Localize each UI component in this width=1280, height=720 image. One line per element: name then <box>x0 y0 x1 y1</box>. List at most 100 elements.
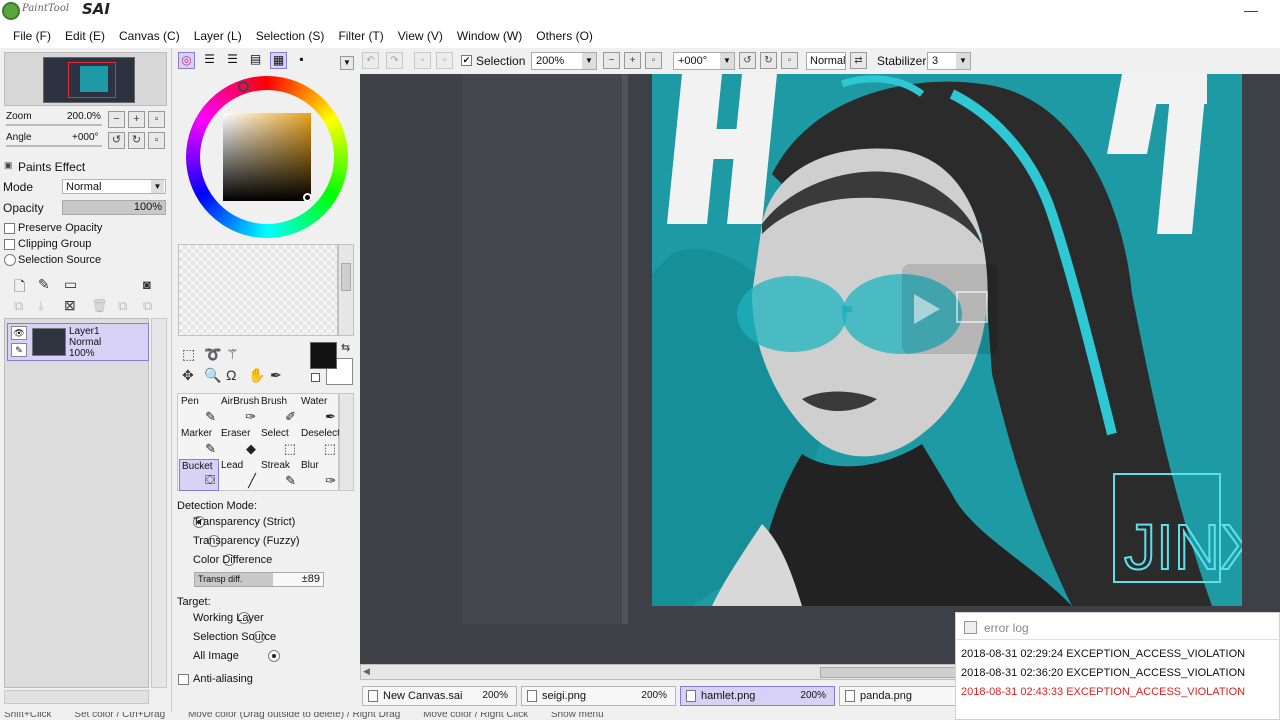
toolbar-zoom-reset-button[interactable]: ▫ <box>645 52 662 69</box>
menu-view[interactable]: View (V) <box>391 29 450 43</box>
navigator-view-frame[interactable] <box>68 62 116 98</box>
toolbar-zoom-out-button[interactable]: − <box>603 52 620 69</box>
menu-window[interactable]: Window (W) <box>450 29 529 43</box>
tool-eraser[interactable]: Eraser ◆ <box>219 427 259 459</box>
color-wheel-tab-icon[interactable]: ◎ <box>178 52 195 69</box>
tool-pen[interactable]: Pen ✎ <box>179 395 219 427</box>
menu-layer[interactable]: Layer (L) <box>187 29 249 43</box>
clipping-group-checkbox[interactable] <box>4 239 15 250</box>
rotate-left-button[interactable]: ↺ <box>108 132 125 149</box>
saturation-value-square[interactable] <box>223 113 311 201</box>
hand-icon[interactable]: ✋ <box>248 367 265 384</box>
tool-streak[interactable]: Streak ✎ <box>259 459 299 491</box>
navigator-preview[interactable] <box>4 52 167 106</box>
anti-aliasing-checkbox[interactable] <box>178 674 189 685</box>
color-mixer-tab-icon[interactable]: ▤ <box>247 52 264 69</box>
magic-wand-icon[interactable]: ⚚ <box>226 346 239 363</box>
reset-colors-icon[interactable] <box>311 373 320 382</box>
sv-marker[interactable] <box>303 193 312 202</box>
lasso-icon[interactable]: ➰ <box>204 346 221 363</box>
undo-button[interactable]: ↶ <box>362 52 379 69</box>
scroll-left-icon[interactable]: ◀ <box>363 666 370 677</box>
zoom-value: 200.0% <box>67 111 101 122</box>
menu-file[interactable]: File (F) <box>0 29 58 43</box>
menu-edit[interactable]: Edit (E) <box>58 29 112 43</box>
blend-mode-select[interactable]: Normal <box>806 52 846 70</box>
zoom-tool-icon[interactable]: 🔍 <box>204 367 221 384</box>
new-vector-layer-icon[interactable]: ✎ <box>38 276 50 293</box>
menu-canvas[interactable]: Canvas (C) <box>112 29 187 43</box>
panel-menu-icon[interactable]: ▼ <box>340 56 354 70</box>
zoom-select[interactable]: 200% ▼ <box>531 52 597 70</box>
tool-select[interactable]: Select ⬚ <box>259 427 299 459</box>
doc-tab-panda[interactable]: panda.png <box>839 686 957 706</box>
stabilizer-select[interactable]: 3 ▼ <box>927 52 971 70</box>
toolbar-zoom-in-button[interactable]: + <box>624 52 641 69</box>
scratchpad-tab-icon[interactable]: ▪ <box>293 52 310 69</box>
tool-lead[interactable]: Lead ╱ <box>219 459 259 491</box>
rgb-slider-tab-icon[interactable]: ☰ <box>201 52 218 69</box>
menu-others[interactable]: Others (O) <box>529 29 600 43</box>
swatches-tab-icon[interactable]: ▦ <box>270 52 287 69</box>
eyedropper-icon[interactable]: ✒ <box>270 367 282 384</box>
tool-deselect[interactable]: Deselect ⬚ <box>299 427 340 459</box>
new-folder-icon[interactable]: ▭ <box>64 276 77 293</box>
hsv-slider-tab-icon[interactable]: ☰ <box>224 52 241 69</box>
minimize-button[interactable]: — <box>1243 2 1259 20</box>
flip-view-button[interactable]: ⇄ <box>850 52 867 69</box>
rect-select-icon[interactable]: ⬚ <box>182 346 195 363</box>
rotate-right-button[interactable]: ↻ <box>128 132 145 149</box>
paints-effect-collapse-icon[interactable]: ▣ <box>4 160 13 171</box>
angle-select[interactable]: +000° ▼ <box>673 52 735 70</box>
toolbar-rotate-left-button[interactable]: ↺ <box>739 52 756 69</box>
mode-select[interactable]: Normal ▼ <box>62 179 166 194</box>
invert-selection-button[interactable]: ▫ <box>436 52 453 69</box>
redo-button[interactable]: ↷ <box>386 52 403 69</box>
hue-marker[interactable] <box>238 81 249 92</box>
doc-tab-new-canvas[interactable]: New Canvas.sai 200% <box>362 686 517 706</box>
doc-tab-seigi[interactable]: seigi.png 200% <box>521 686 676 706</box>
eye-icon[interactable]: 👁 <box>11 326 27 340</box>
opacity-slider[interactable]: 100% <box>62 200 166 215</box>
doc-tab-hamlet[interactable]: hamlet.png 200% <box>680 686 835 706</box>
clear-layer-icon[interactable]: ⊠ <box>64 297 76 314</box>
mode-label: Mode <box>3 180 34 194</box>
rotate-tool-icon[interactable]: Ω <box>226 367 236 383</box>
tool-brush[interactable]: Brush ✐ <box>259 395 299 427</box>
tool-blur[interactable]: Blur ✑ <box>299 459 339 491</box>
angle-slider[interactable] <box>6 145 102 147</box>
menu-filter[interactable]: Filter (T) <box>331 29 390 43</box>
rotate-reset-button[interactable]: ▫ <box>148 132 165 149</box>
layer-row[interactable]: 👁 ✎ Layer1 Normal 100% <box>7 323 149 361</box>
zoom-in-button[interactable]: + <box>128 111 145 128</box>
artwork-image[interactable]: JINX <box>652 74 1242 606</box>
zoom-slider[interactable] <box>6 124 102 126</box>
selection-source-radio[interactable] <box>4 254 16 266</box>
toolbar-rotate-reset-button[interactable]: ▫ <box>781 52 798 69</box>
deselect-button[interactable]: ▫ <box>414 52 431 69</box>
transp-diff-slider[interactable]: Transp diff. ±89 <box>194 572 324 587</box>
brush-lock-icon[interactable]: ✎ <box>11 343 27 357</box>
menu-selection[interactable]: Selection (S) <box>249 29 332 43</box>
layer-list-hscrollbar[interactable] <box>4 690 149 704</box>
toolbar-rotate-right-button[interactable]: ↻ <box>760 52 777 69</box>
zoom-out-button[interactable]: − <box>108 111 125 128</box>
tool-grid-scrollbar[interactable] <box>339 393 354 491</box>
swap-colors-icon[interactable]: ⇆ <box>341 341 350 354</box>
preserve-opacity-checkbox[interactable] <box>4 223 15 234</box>
zoom-reset-button[interactable]: ▫ <box>148 111 165 128</box>
swatch-area[interactable] <box>178 244 338 336</box>
paints-effect-header[interactable]: Paints Effect <box>18 160 85 174</box>
tool-bucket[interactable]: Bucket ⛋ <box>179 459 219 491</box>
selection-checkbox[interactable]: ✔ <box>461 55 472 66</box>
layer-mask-icon[interactable]: ◙ <box>143 277 151 292</box>
new-layer-icon[interactable]: 🗋 <box>14 276 25 300</box>
layer-list-scrollbar[interactable] <box>151 318 167 688</box>
foreground-color[interactable] <box>310 342 337 369</box>
swatch-scrollbar[interactable] <box>338 244 354 336</box>
move-icon[interactable]: ✥ <box>182 367 194 384</box>
tool-marker[interactable]: Marker ✎ <box>179 427 219 459</box>
tool-water[interactable]: Water ✒ <box>299 395 339 427</box>
canvas-hscroll-thumb[interactable] <box>820 667 960 678</box>
tool-airbrush[interactable]: AirBrush ✑ <box>219 395 259 427</box>
